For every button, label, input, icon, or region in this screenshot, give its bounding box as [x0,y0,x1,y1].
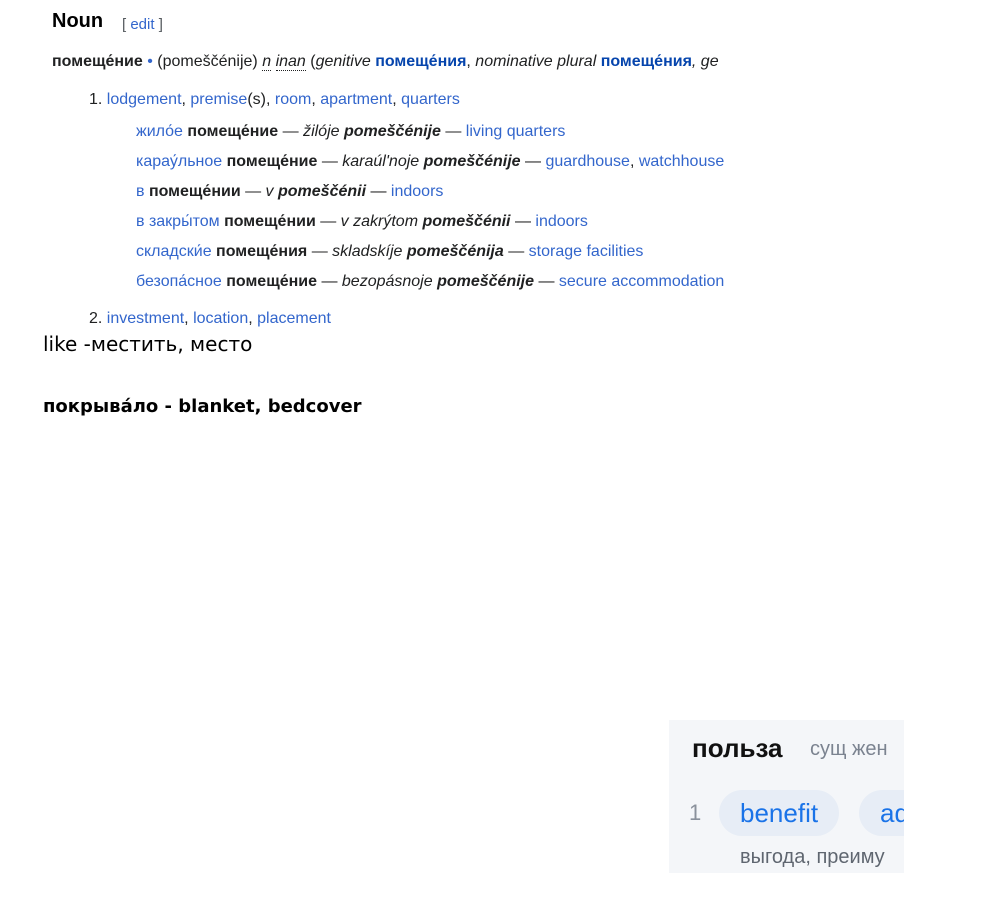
gloss-link[interactable]: investment [107,310,184,327]
gloss-link[interactable]: room [275,91,311,108]
sense-number: 1. [89,91,103,108]
card-part-of-speech: сущ жен [810,738,888,760]
animacy-abbr[interactable]: inan [275,53,306,71]
example-gloss-link[interactable]: watchhouse [639,153,724,170]
sense-number: 2. [89,310,103,327]
sense-1: 1. lodgement, premise(s), room, apartmen… [89,91,460,108]
example-gloss-link[interactable]: living quarters [466,123,566,140]
gloss-link[interactable]: location [193,310,248,327]
example-word-link[interactable]: безопа́сное [136,273,222,290]
gender-abbr[interactable]: n [262,53,272,71]
usage-example: жило́е помеще́ние — žilóje pomeščénije —… [136,123,566,140]
sense-2: 2. investment, location, placement [89,310,331,327]
note-line-2: покрыва́ло - blanket, bedcover [43,396,362,417]
edit-section: [ edit ] [122,16,163,33]
card-synonyms: выгода, преиму [740,846,885,868]
section-heading-noun: Noun [52,10,104,32]
example-gloss-link[interactable]: indoors [391,183,443,200]
example-word-link[interactable]: в [136,183,145,200]
card-headword: польза [692,733,783,763]
gloss-link[interactable]: apartment [320,91,392,108]
usage-example: в закры́том помеще́нии — v zakrýtom pome… [136,213,588,230]
example-word-link[interactable]: складски́е [136,243,212,260]
plural-form-link[interactable]: помеще́ния [601,53,692,70]
usage-example: в помеще́нии — v pomeščénii — indoors [136,183,444,200]
usage-example: безопа́сное помеще́ние — bezopásnoje pom… [136,273,725,290]
example-word-link[interactable]: жило́е [136,123,183,140]
genitive-label: genitive [315,53,371,70]
edit-link[interactable]: edit [130,16,154,33]
translation-chip[interactable]: ad [859,790,904,836]
usage-example: складски́е помеще́ния — skladskíje pomeš… [136,243,644,260]
wiktionary-excerpt: Noun [ edit ] помеще́ние • (pomeščénije)… [0,0,786,335]
example-gloss-link[interactable]: storage facilities [529,243,644,260]
example-gloss-link[interactable]: secure accommodation [559,273,724,290]
genitive-form-link[interactable]: помеще́ния [375,53,466,70]
example-word-link[interactable]: в закры́том [136,213,220,230]
note-line-1: like -местить, место [43,332,253,356]
dictionary-card: польза сущ жен 1 benefit ad выгода, преи… [669,720,904,873]
card-sense-number: 1 [689,800,702,825]
transliteration: (pomeščénije) [157,53,263,70]
gloss-link[interactable]: placement [257,310,331,327]
translation-chip[interactable]: benefit [719,790,840,836]
example-gloss-link[interactable]: indoors [535,213,587,230]
plural-label: nominative plural [475,53,597,70]
example-gloss-link[interactable]: guardhouse [545,153,630,170]
headword: помеще́ние [52,53,143,70]
example-word-link[interactable]: карау́льное [136,153,222,170]
usage-example: карау́льное помеще́ние — karaúl'noje pom… [136,153,725,170]
gloss-link[interactable]: lodgement [107,91,182,108]
headword-line: помеще́ние • (pomeščénije) n inan (genit… [52,53,719,71]
gloss-link[interactable]: premise [190,91,247,108]
gloss-link[interactable]: quarters [401,91,460,108]
